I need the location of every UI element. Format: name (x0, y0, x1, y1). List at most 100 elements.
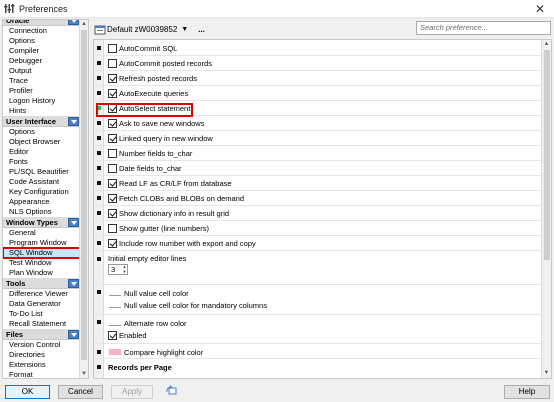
bullet-icon (97, 241, 101, 245)
tree-item[interactable]: Version Control (3, 340, 80, 350)
option-checkbox[interactable] (108, 239, 117, 248)
tree-item[interactable]: PL/SQL Beautifier (3, 167, 80, 177)
tree-item[interactable]: To-Do List (3, 309, 80, 319)
option-checkbox[interactable] (108, 149, 117, 158)
tree-item[interactable]: Appearance (3, 197, 80, 207)
tree-item[interactable]: Profiler (3, 86, 80, 96)
ok-button[interactable]: OK (5, 385, 50, 399)
bullet-icon (97, 350, 101, 354)
tree-item[interactable]: Program Window (3, 238, 80, 248)
tree-group[interactable]: User Interface (3, 116, 80, 127)
tree-item[interactable]: General (3, 228, 80, 238)
bullet-icon (97, 257, 101, 261)
alternate-enabled-checkbox[interactable] (108, 331, 117, 340)
collapse-icon[interactable] (68, 218, 79, 227)
option-checkbox[interactable] (108, 104, 117, 113)
tree-group-label: Window Types (6, 218, 58, 227)
tree-item[interactable]: Editor (3, 147, 80, 157)
tree-item[interactable]: Object Browser (3, 137, 80, 147)
tree-group[interactable]: Tools (3, 278, 80, 289)
tree-item[interactable]: Extensions (3, 360, 80, 370)
tree-group-label: Tools (6, 279, 26, 288)
window-title: Preferences (19, 3, 68, 14)
tree-item[interactable]: Code Assistant (3, 177, 80, 187)
tree-item[interactable]: Test Window (3, 258, 80, 268)
option-checkbox[interactable] (108, 194, 117, 203)
cancel-button[interactable]: Cancel (58, 385, 103, 399)
scroll-down-icon[interactable]: ▼ (542, 369, 551, 378)
alternate-row-color-label: Alternate row color (124, 319, 187, 328)
collapse-icon[interactable] (68, 330, 79, 339)
bullet-icon (97, 76, 101, 80)
option-row: AutoSelect statement (94, 101, 543, 116)
profile-name: Default zW0039852 (107, 24, 178, 34)
profile-more-button[interactable]: ... (198, 25, 205, 34)
collapse-icon[interactable] (68, 279, 79, 288)
tree-item[interactable]: SQL Window (3, 247, 81, 259)
alternate-row-color-row: Alternate row color Enabled (94, 316, 543, 344)
restore-icon[interactable] (166, 385, 178, 397)
option-label: Linked query in new window (119, 134, 213, 143)
null-color-swatch[interactable] (109, 290, 121, 296)
category-tree[interactable]: Oracle Connection Options Compiler Debugger O… (2, 19, 89, 379)
tree-group[interactable]: Files (3, 329, 80, 340)
scrollbar-thumb[interactable] (81, 30, 87, 360)
tree-item[interactable]: Data Generator (3, 299, 80, 309)
option-checkbox[interactable] (108, 179, 117, 188)
records-per-page-row: Records per Page (94, 360, 543, 378)
help-button[interactable]: Help (504, 385, 550, 399)
tree-item[interactable]: Fonts (3, 157, 80, 167)
tree-item[interactable]: Connection (3, 26, 80, 36)
compare-highlight-swatch[interactable] (109, 349, 121, 355)
tree-item[interactable]: Options (3, 36, 80, 46)
collapse-icon[interactable] (68, 20, 79, 25)
collapse-icon[interactable] (68, 117, 79, 126)
tree-item[interactable]: Recall Statement (3, 319, 80, 329)
scrollbar-thumb[interactable] (544, 50, 550, 260)
profile-selector[interactable]: Default zW0039852 ▼ ... (107, 22, 205, 36)
tree-item[interactable]: NLS Options (3, 207, 80, 217)
bullet-icon (97, 365, 101, 369)
tree-group[interactable]: Oracle (3, 20, 80, 26)
empty-editor-lines-spinner[interactable]: 3 ▲ ▼ (108, 264, 128, 275)
search-input[interactable]: Search preference... (416, 21, 551, 35)
title-bar: Preferences ✕ (0, 0, 554, 18)
tree-item[interactable]: Key Configuration (3, 187, 80, 197)
tree-item[interactable]: Difference Viewer (3, 289, 80, 299)
left-scrollbar[interactable]: ▲ ▼ (79, 20, 88, 378)
chevron-down-icon[interactable]: ▼ (181, 26, 188, 33)
alternate-row-color-swatch[interactable] (109, 320, 121, 326)
option-checkbox[interactable] (108, 59, 117, 68)
bullet-icon (97, 106, 101, 110)
tree-item[interactable]: Hints (3, 106, 80, 116)
options-scrollbar[interactable]: ▲ ▼ (541, 40, 551, 378)
option-checkbox[interactable] (108, 119, 117, 128)
close-icon[interactable]: ✕ (532, 1, 548, 17)
tree-item[interactable]: Output (3, 66, 80, 76)
tree-item[interactable]: Logon History (3, 96, 80, 106)
bullet-icon (97, 290, 101, 294)
tree-item[interactable]: Compiler (3, 46, 80, 56)
tree-item[interactable]: Trace (3, 76, 80, 86)
option-checkbox[interactable] (108, 134, 117, 143)
scroll-up-icon[interactable]: ▲ (80, 20, 88, 28)
scroll-up-icon[interactable]: ▲ (542, 40, 551, 49)
apply-button[interactable]: Apply (111, 385, 153, 399)
option-checkbox[interactable] (108, 74, 117, 83)
null-mandatory-color-swatch[interactable] (109, 302, 121, 308)
tree-item[interactable]: Debugger (3, 56, 80, 66)
option-row: Show dictionary info in result grid (94, 206, 543, 221)
spin-down-icon[interactable]: ▼ (122, 270, 127, 274)
tree-item[interactable]: Directories (3, 350, 80, 360)
tree-group[interactable]: Window Types (3, 217, 80, 228)
option-checkbox[interactable] (108, 89, 117, 98)
tree-item[interactable]: Format (3, 370, 80, 378)
option-checkbox[interactable] (108, 209, 117, 218)
scroll-down-icon[interactable]: ▼ (80, 370, 88, 378)
tree-item[interactable]: Options (3, 127, 80, 137)
option-checkbox[interactable] (108, 224, 117, 233)
compare-highlight-row: Compare highlight color (94, 345, 543, 359)
option-checkbox[interactable] (108, 164, 117, 173)
tree-item[interactable]: Plan Window (3, 268, 80, 278)
option-checkbox[interactable] (108, 44, 117, 53)
